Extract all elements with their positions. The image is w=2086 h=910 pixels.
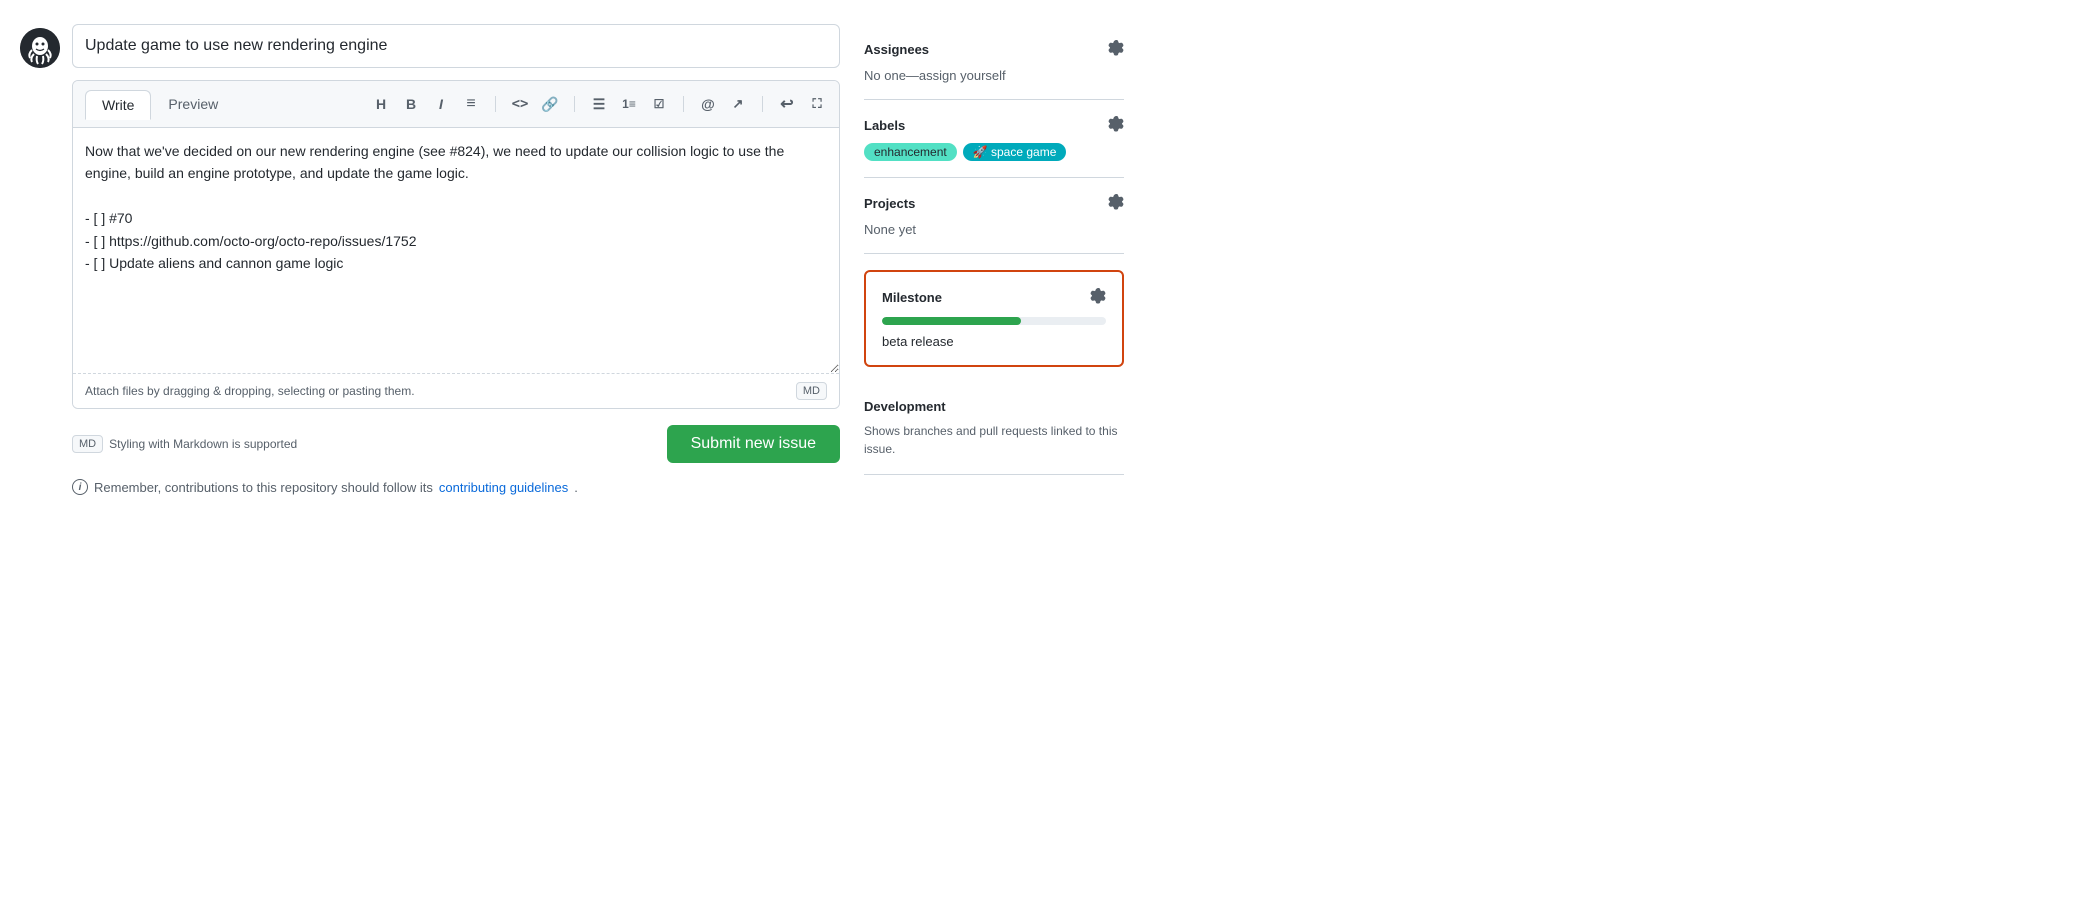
milestone-progress-fill	[882, 317, 1021, 325]
bottom-row: MD Styling with Markdown is supported Su…	[72, 421, 840, 467]
sidebar-development: Development Shows branches and pull requ…	[864, 383, 1124, 475]
issue-body-textarea[interactable]: Now that we've decided on our new render…	[73, 128, 839, 373]
assignees-value: No one—assign yourself	[864, 68, 1006, 83]
avatar	[20, 28, 60, 68]
labels-list: enhancement 🚀 space game	[864, 143, 1124, 161]
markdown-note-text: Styling with Markdown is supported	[109, 437, 297, 451]
labels-header: Labels	[864, 116, 1124, 135]
issue-form: Write Preview H B I ≡ <>	[72, 24, 840, 495]
assignees-header: Assignees	[864, 40, 1124, 59]
code-icon[interactable]: <>	[510, 94, 530, 114]
projects-header: Projects	[864, 194, 1124, 213]
sidebar: Assignees No one—assign yourself Labels …	[864, 24, 1124, 886]
tab-write[interactable]: Write	[85, 90, 151, 120]
milestone-header: Milestone	[882, 288, 1106, 307]
md-badge: MD	[796, 382, 827, 400]
task-list-icon[interactable]: ☑	[649, 94, 669, 114]
quote-icon[interactable]: ≡	[461, 94, 481, 114]
footer-note: i Remember, contributions to this reposi…	[72, 479, 840, 495]
labels-title: Labels	[864, 118, 905, 133]
toolbar-divider-4	[762, 96, 763, 112]
markdown-note: MD Styling with Markdown is supported	[72, 435, 297, 453]
link-icon[interactable]: 🔗	[540, 94, 560, 114]
development-header: Development	[864, 399, 1124, 414]
contributing-guidelines-link[interactable]: contributing guidelines	[439, 480, 568, 495]
milestone-progress-bar-container	[882, 317, 1106, 325]
mention-icon[interactable]: @	[698, 94, 718, 114]
sidebar-assignees: Assignees No one—assign yourself	[864, 24, 1124, 100]
toolbar-divider-3	[683, 96, 684, 112]
info-icon: i	[72, 479, 88, 495]
assignees-title: Assignees	[864, 42, 929, 57]
italic-icon[interactable]: I	[431, 94, 451, 114]
projects-gear-icon[interactable]	[1108, 194, 1124, 213]
bold-icon[interactable]: B	[401, 94, 421, 114]
sidebar-projects: Projects None yet	[864, 178, 1124, 254]
toolbar-divider-1	[495, 96, 496, 112]
milestone-title: Milestone	[882, 290, 942, 305]
footer-period: .	[574, 480, 578, 495]
tab-preview[interactable]: Preview	[151, 89, 235, 119]
md-badge-label: MD	[79, 438, 96, 450]
projects-value: None yet	[864, 222, 916, 237]
milestone-name: beta release	[882, 334, 954, 349]
assignees-gear-icon[interactable]	[1108, 40, 1124, 59]
label-space-game[interactable]: 🚀 space game	[963, 143, 1067, 161]
sidebar-milestone: Milestone beta release	[864, 270, 1124, 367]
md-badge-bottom: MD	[72, 435, 103, 453]
ordered-list-icon[interactable]: 1≡	[619, 94, 639, 114]
editor-container: Write Preview H B I ≡ <>	[72, 80, 840, 409]
issue-title-input[interactable]	[72, 24, 840, 68]
footer-remember-text: Remember, contributions to this reposito…	[94, 480, 433, 495]
fullscreen-icon[interactable]: ⛶	[807, 94, 827, 114]
toolbar-divider-2	[574, 96, 575, 112]
unordered-list-icon[interactable]: ☰	[589, 94, 609, 114]
labels-gear-icon[interactable]	[1108, 116, 1124, 135]
development-title: Development	[864, 399, 946, 414]
reference-icon[interactable]: ↗	[728, 94, 748, 114]
md-badge-text: MD	[803, 385, 820, 397]
sidebar-labels: Labels enhancement 🚀 space game	[864, 100, 1124, 178]
editor-body: Now that we've decided on our new render…	[73, 128, 839, 408]
attach-text: Attach files by dragging & dropping, sel…	[85, 384, 415, 398]
development-description: Shows branches and pull requests linked …	[864, 422, 1124, 458]
milestone-gear-icon[interactable]	[1090, 288, 1106, 307]
attach-area: Attach files by dragging & dropping, sel…	[73, 373, 839, 408]
editor-tabs: Write Preview	[85, 89, 235, 119]
submit-button[interactable]: Submit new issue	[667, 425, 840, 463]
projects-title: Projects	[864, 196, 915, 211]
label-enhancement[interactable]: enhancement	[864, 143, 957, 161]
undo-icon[interactable]: ↩	[777, 94, 797, 114]
editor-toolbar: Write Preview H B I ≡ <>	[73, 81, 839, 128]
heading-icon[interactable]: H	[371, 94, 391, 114]
toolbar-icons: H B I ≡ <> 🔗 ☰	[371, 94, 827, 114]
